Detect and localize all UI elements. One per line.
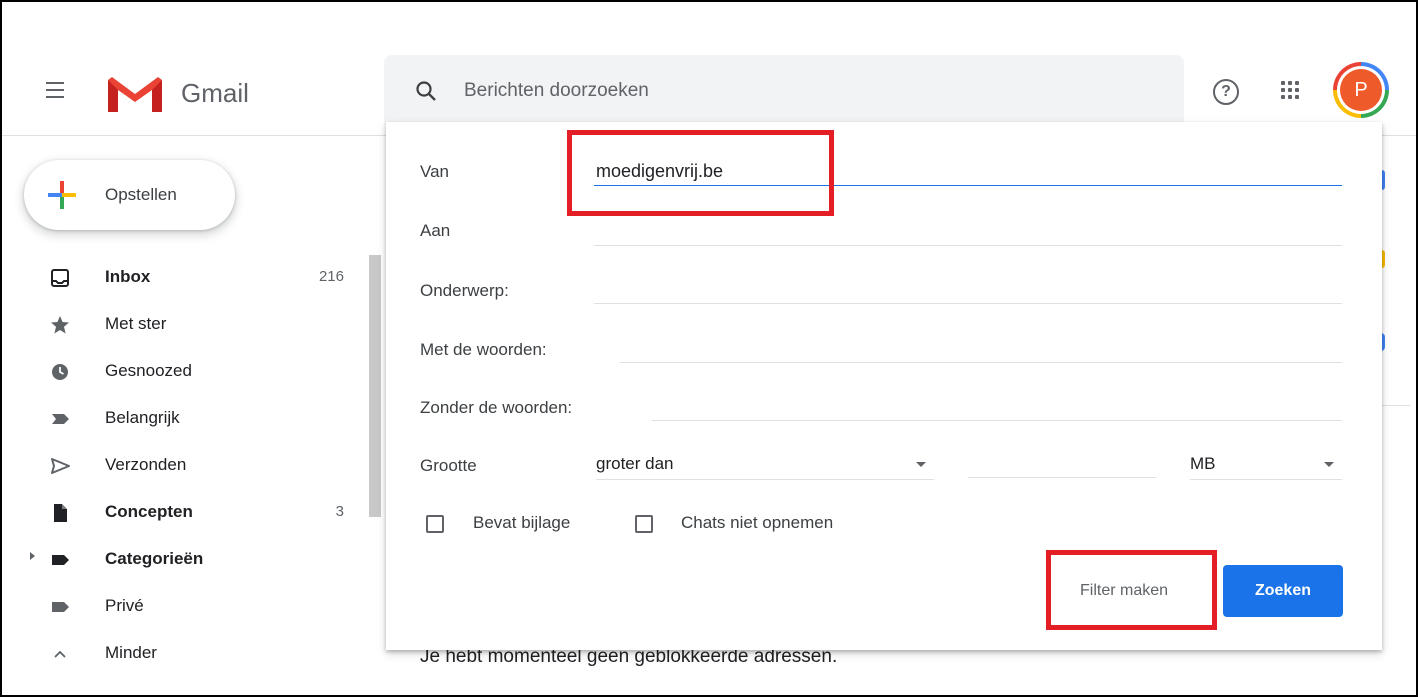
search-button[interactable]: Zoeken <box>1223 565 1343 617</box>
to-label: Aan <box>420 221 451 240</box>
search-options-panel: Van Aan Onderwerp: Met de woorden: Zonde… <box>386 122 1382 650</box>
sidebar-item-prive[interactable]: Privé <box>0 584 360 631</box>
star-icon <box>51 316 69 334</box>
dropdown-caret-icon <box>1324 462 1334 467</box>
clock-icon <box>52 364 68 380</box>
inbox-icon <box>51 269 69 287</box>
to-field[interactable] <box>594 218 1342 246</box>
search-bar[interactable] <box>384 55 1184 125</box>
sidebar-item-label: Gesnoozed <box>105 361 192 380</box>
search-input[interactable] <box>464 77 1064 105</box>
sidebar-item-less[interactable]: Minder <box>0 631 360 678</box>
app-header: Gmail ? P <box>0 0 1418 136</box>
sidebar-item-drafts[interactable]: Concepten 3 <box>0 490 360 537</box>
account-avatar[interactable]: P <box>1333 62 1389 118</box>
subject-label: Onderwerp: <box>420 281 509 300</box>
sidebar-item-categories[interactable]: Categorieën <box>0 537 360 584</box>
has-attachment-checkbox[interactable] <box>426 515 444 533</box>
draft-icon <box>54 504 67 522</box>
app-title[interactable]: Gmail <box>181 78 249 109</box>
label-icon <box>52 602 69 612</box>
dropdown-caret-icon <box>916 462 926 467</box>
exclude-chats-checkbox[interactable] <box>635 515 653 533</box>
from-field[interactable] <box>594 158 1342 186</box>
plus-icon <box>48 181 76 209</box>
has-words-label: Met de woorden: <box>420 340 547 359</box>
subject-field[interactable] <box>594 276 1342 304</box>
without-words-field[interactable] <box>652 393 1342 421</box>
sidebar-nav: Inbox 216 Met ster Gesnoozed Belangrijk … <box>0 255 360 678</box>
sidebar-item-starred[interactable]: Met ster <box>0 302 360 349</box>
without-words-label: Zonder de woorden: <box>420 398 573 417</box>
sidebar-item-important[interactable]: Belangrijk <box>0 396 360 443</box>
sidebar-item-label: Privé <box>105 596 144 615</box>
size-label: Grootte <box>420 456 477 475</box>
sidebar-item-label: Met ster <box>105 314 167 333</box>
size-operator-value: groter dan <box>596 454 674 473</box>
size-unit-value: MB <box>1190 454 1216 473</box>
size-value-field[interactable] <box>968 450 1156 478</box>
sidebar-item-label: Inbox <box>105 267 151 286</box>
compose-label: Opstellen <box>105 185 177 204</box>
create-filter-button[interactable]: Filter maken <box>1054 571 1194 611</box>
chevron-up-icon <box>54 650 66 658</box>
hamburger-menu-icon[interactable] <box>46 82 70 100</box>
sidebar-item-sent[interactable]: Verzonden <box>0 443 360 490</box>
avatar-letter: P <box>1340 69 1382 111</box>
sidebar-item-label: Minder <box>105 643 157 662</box>
expand-arrow-icon[interactable] <box>30 552 35 560</box>
sidebar-item-label: Verzonden <box>105 455 187 474</box>
has-attachment-label[interactable]: Bevat bijlage <box>473 513 570 533</box>
sidebar-item-label: Belangrijk <box>105 408 180 427</box>
search-icon[interactable] <box>414 79 438 103</box>
has-words-field[interactable] <box>620 335 1342 363</box>
apps-grid-icon[interactable] <box>1281 81 1301 101</box>
drafts-count: 3 <box>335 503 344 520</box>
help-icon[interactable]: ? <box>1213 79 1239 105</box>
label-icon <box>52 555 69 565</box>
exclude-chats-label[interactable]: Chats niet opnemen <box>681 513 833 533</box>
compose-button[interactable]: Opstellen <box>24 160 235 230</box>
size-unit-select[interactable]: MB <box>1190 450 1342 480</box>
size-operator-select[interactable]: groter dan <box>596 450 934 480</box>
important-icon <box>52 414 69 424</box>
send-icon <box>51 458 70 474</box>
divider <box>1380 405 1410 406</box>
gmail-logo-icon[interactable] <box>106 74 164 114</box>
sidebar-scrollbar[interactable] <box>369 255 381 517</box>
sidebar-item-label: Categorieën <box>105 549 204 568</box>
inbox-count: 216 <box>318 268 344 285</box>
sidebar-item-snoozed[interactable]: Gesnoozed <box>0 349 360 396</box>
from-label: Van <box>420 162 449 181</box>
sidebar-item-label: Concepten <box>105 502 193 521</box>
sidebar-item-inbox[interactable]: Inbox 216 <box>0 255 360 302</box>
